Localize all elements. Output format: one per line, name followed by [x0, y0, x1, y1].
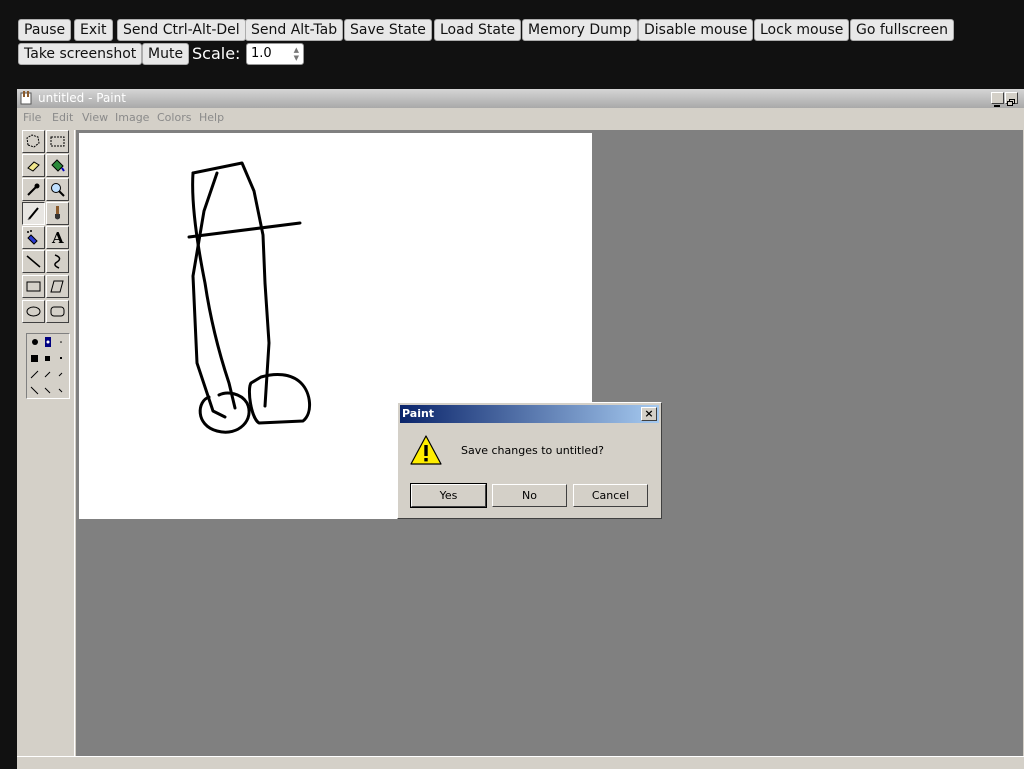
- eraser-tool[interactable]: [22, 154, 45, 177]
- go-fullscreen-button[interactable]: Go fullscreen: [850, 19, 954, 41]
- memory-dump-button[interactable]: Memory Dump: [522, 19, 638, 41]
- polygon-icon: [50, 280, 64, 293]
- line-icon: [26, 255, 41, 268]
- brush-icon: [55, 206, 60, 220]
- menu-image[interactable]: Image: [115, 111, 149, 124]
- rectangle-icon: [26, 281, 41, 292]
- magnifier-tool[interactable]: [46, 178, 69, 201]
- text-icon: A: [51, 229, 64, 246]
- rounded-rectangle-tool[interactable]: [46, 300, 69, 323]
- scale-input[interactable]: 1.0 ▲ ▼: [246, 43, 304, 65]
- minimize-icon: [994, 105, 1000, 107]
- no-button[interactable]: No: [492, 484, 567, 507]
- airbrush-tool[interactable]: [22, 226, 45, 249]
- window-title: untitled - Paint: [38, 91, 126, 105]
- pick-color-tool[interactable]: [22, 178, 45, 201]
- menu-bar: File Edit View Image Colors Help: [17, 108, 1024, 128]
- select-tool[interactable]: [46, 130, 69, 153]
- fill-bucket-icon: [51, 159, 65, 172]
- save-changes-dialog: Paint × Save changes to untitled? Yes No…: [397, 402, 662, 519]
- text-tool[interactable]: A: [46, 226, 69, 249]
- disable-mouse-button[interactable]: Disable mouse: [638, 19, 754, 41]
- rounded-rectangle-icon: [50, 306, 65, 317]
- pencil-tool[interactable]: [22, 202, 45, 225]
- title-bar[interactable]: untitled - Paint: [17, 89, 1024, 108]
- svg-text:A: A: [51, 229, 64, 246]
- brush-shapes-icon: [30, 337, 63, 395]
- airbrush-icon: [27, 230, 38, 245]
- lock-mouse-button[interactable]: Lock mouse: [754, 19, 850, 41]
- send-alt-tab-button[interactable]: Send Alt-Tab: [245, 19, 344, 41]
- dialog-title: Paint: [402, 407, 435, 420]
- restore-icon: [1007, 99, 1015, 106]
- pencil-icon: [27, 207, 39, 221]
- free-form-select-icon: [26, 134, 40, 148]
- restore-button[interactable]: [1005, 92, 1018, 106]
- minimize-button[interactable]: [991, 92, 1004, 107]
- free-form-select-tool[interactable]: [22, 130, 45, 153]
- spinner-arrows-icon[interactable]: ▲ ▼: [294, 46, 299, 62]
- menu-file[interactable]: File: [23, 111, 41, 124]
- load-state-button[interactable]: Load State: [434, 19, 522, 41]
- curve-icon: [54, 254, 61, 269]
- save-state-button[interactable]: Save State: [344, 19, 432, 41]
- ellipse-icon: [26, 306, 41, 317]
- yes-button[interactable]: Yes: [410, 483, 487, 508]
- brush-tool[interactable]: [46, 202, 69, 225]
- toolbox: A: [19, 130, 75, 758]
- dialog-close-button[interactable]: ×: [641, 407, 657, 421]
- eyedropper-icon: [27, 183, 40, 196]
- fill-tool[interactable]: [46, 154, 69, 177]
- scale-label: Scale:: [192, 44, 241, 63]
- emulator-toolbar: Pause Exit Send Ctrl-Alt-Del Send Alt-Ta…: [0, 0, 1024, 90]
- menu-colors[interactable]: Colors: [157, 111, 191, 124]
- pause-button[interactable]: Pause: [18, 19, 72, 41]
- eraser-icon: [27, 161, 40, 172]
- ellipse-tool[interactable]: [22, 300, 45, 323]
- cancel-button[interactable]: Cancel: [573, 484, 648, 507]
- menu-edit[interactable]: Edit: [52, 111, 73, 124]
- send-ctrl-alt-del-button[interactable]: Send Ctrl-Alt-Del: [117, 19, 246, 41]
- tool-options-box[interactable]: [26, 333, 70, 399]
- polygon-tool[interactable]: [46, 275, 69, 298]
- exit-button[interactable]: Exit: [74, 19, 113, 41]
- rect-select-icon: [50, 136, 65, 147]
- dialog-message: Save changes to untitled?: [461, 444, 605, 457]
- warning-icon: [410, 435, 442, 465]
- close-icon: ×: [644, 407, 654, 420]
- status-bar: [17, 756, 1024, 769]
- line-tool[interactable]: [22, 250, 45, 273]
- curve-tool[interactable]: [46, 250, 69, 273]
- menu-view[interactable]: View: [82, 111, 108, 124]
- scale-value: 1.0: [251, 46, 272, 61]
- magnifier-icon: [51, 183, 65, 197]
- menu-help[interactable]: Help: [199, 111, 224, 124]
- rectangle-tool[interactable]: [22, 275, 45, 298]
- take-screenshot-button[interactable]: Take screenshot: [18, 43, 143, 65]
- mute-button[interactable]: Mute: [142, 43, 190, 65]
- dialog-title-bar[interactable]: Paint ×: [400, 405, 659, 423]
- paint-app-icon: [20, 91, 32, 105]
